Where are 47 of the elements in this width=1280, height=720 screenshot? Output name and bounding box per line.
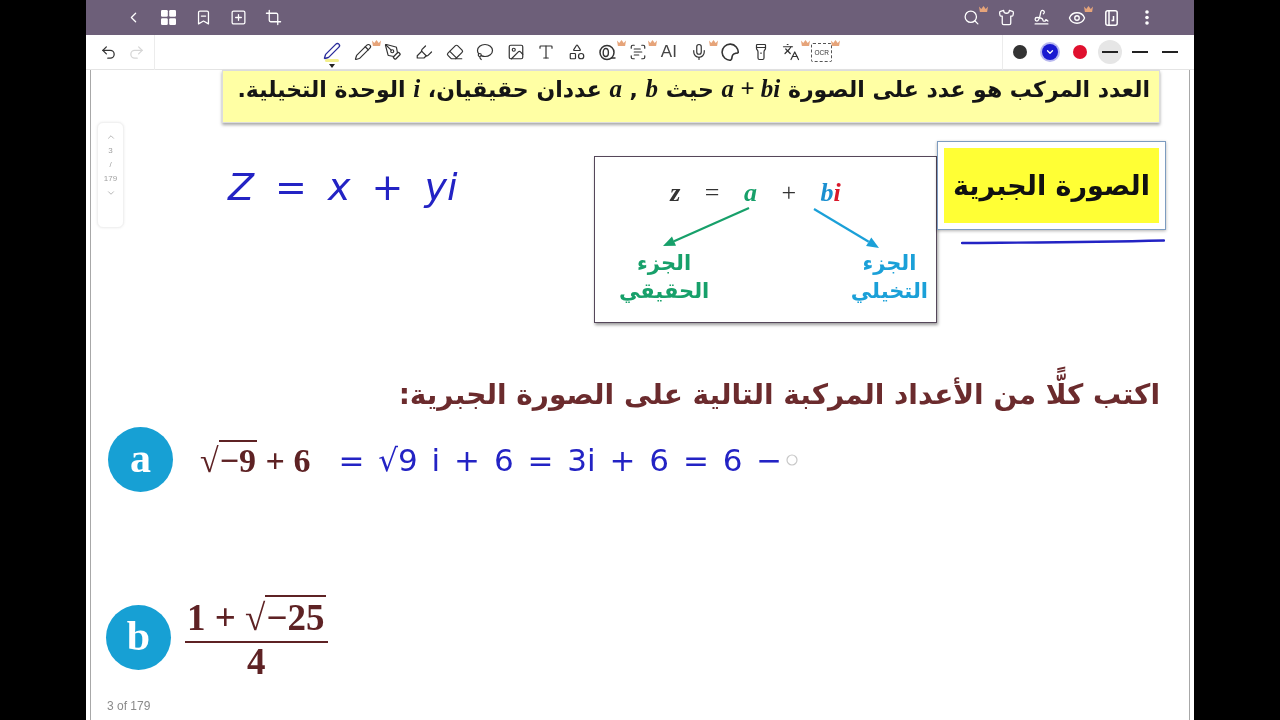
line-icon: [1102, 51, 1118, 53]
highlighter-icon: [415, 43, 434, 61]
fraction-denominator: 4: [247, 643, 266, 681]
line-icon: [1162, 51, 1178, 53]
panel-icon: [1105, 9, 1118, 26]
shirt-icon: [998, 9, 1015, 26]
part-label: الجزء الحقيقي: [619, 250, 710, 305]
fraction-numerator: 1 + √−25: [186, 594, 327, 640]
equation: z = a + bi: [668, 177, 842, 207]
instruction-text: اكتب كلًّا من الأعداد المركبة التالية على الصورة الجبرية:: [91, 365, 1189, 425]
chevron-down-icon: [105, 188, 116, 198]
shapes-icon: [568, 43, 587, 61]
caret-icon: [329, 63, 336, 68]
stroke-width-button[interactable]: [1098, 40, 1122, 64]
chevron-up-icon: [105, 132, 116, 142]
pen-nib-icon: [384, 43, 403, 61]
crop-icon: [265, 9, 282, 26]
total-pages: 179: [103, 173, 118, 185]
handwritten-formula: Z = x + yi: [228, 165, 458, 209]
scan-text-icon: [629, 43, 648, 61]
more-icon: [1144, 10, 1149, 25]
translate-icon: [782, 43, 801, 61]
math-expression: √−9 + 6: [200, 439, 311, 481]
plus-square-icon: [230, 9, 247, 26]
bookmark-icon: [195, 9, 212, 26]
handwritten-work: = √9 i + 6 = 3i + 6 = 6 −: [338, 441, 783, 478]
text-icon: [537, 43, 556, 61]
line-icon: [1132, 51, 1148, 53]
selection-underline: [325, 59, 340, 62]
pencil-icon: [353, 43, 372, 61]
exercise-letter: b: [106, 605, 171, 670]
eraser-icon: [445, 43, 464, 61]
exercise-letter: a: [108, 427, 173, 492]
signature-icon: [1033, 9, 1050, 26]
part-label: الجزء التخيلي: [850, 250, 928, 305]
pen-icon: [323, 42, 342, 60]
section-title: الصورة الجبرية: [944, 148, 1159, 223]
search-icon: [963, 9, 980, 26]
page-indicator: 3 of 179: [107, 699, 152, 713]
tape-roll-icon: [599, 43, 617, 61]
image-icon: [506, 43, 525, 61]
grid-icon: [161, 10, 176, 25]
sticker-icon: [721, 43, 739, 61]
ai-tool[interactable]: AI: [656, 39, 681, 65]
current-page: 3: [108, 145, 113, 157]
page-separator: /: [109, 159, 112, 171]
lasso-icon: [476, 43, 495, 61]
